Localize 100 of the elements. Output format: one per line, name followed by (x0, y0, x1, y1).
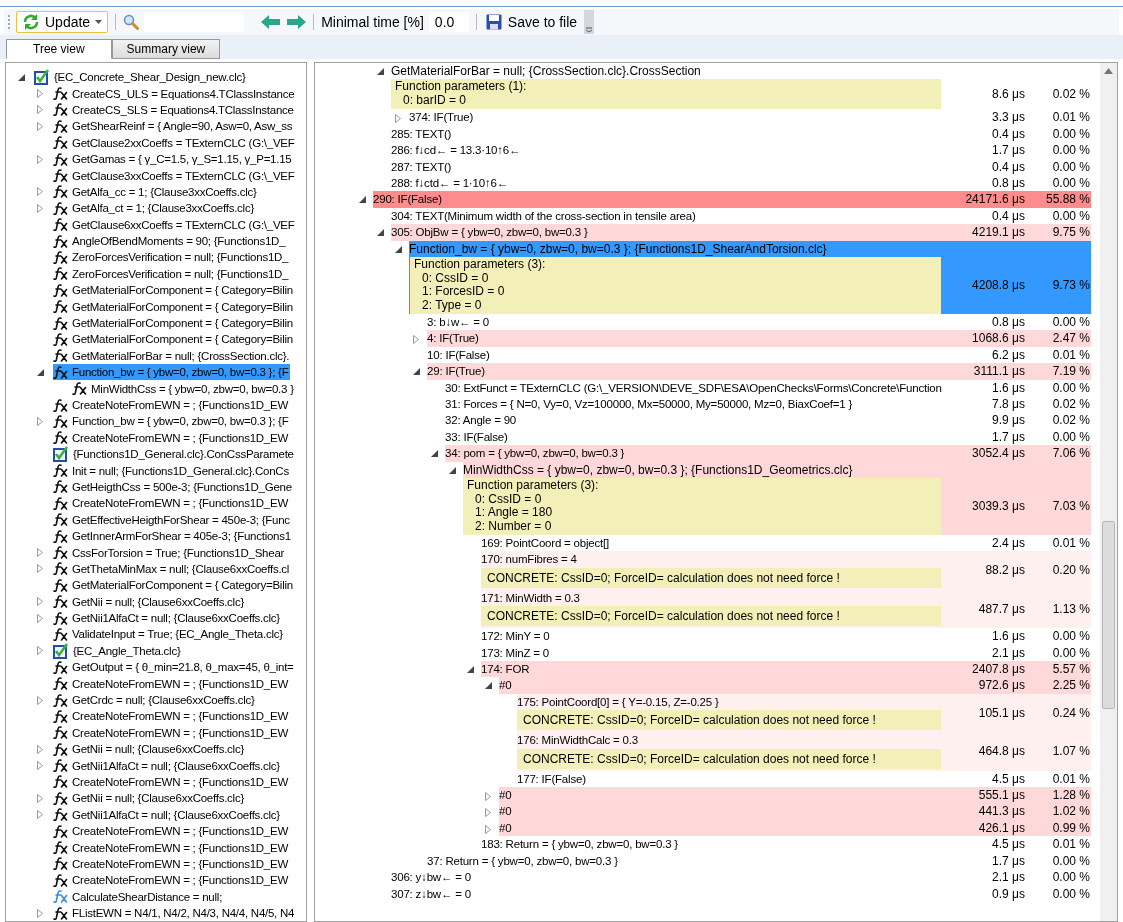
profile-row[interactable]: 183: Return = { ybw=0, zbw=0, bw=0.3 } 4.5 μs 0.01 % (481, 836, 1091, 853)
profile-row[interactable]: 3: b↓w← = 0 0.8 μs 0.00 % (427, 314, 1091, 331)
tree-item[interactable]: ValidateInput = True; {EC_Angle_Theta.clc} (53, 626, 285, 643)
profile-row[interactable]: 32: Angle = 90 9.9 μs 0.02 % (445, 412, 1091, 429)
tree-item[interactable]: MinWidthCss = { ybw=0, zbw=0, bw=0.3 } (72, 380, 296, 397)
profile-row[interactable]: 29: IF(True) 3111.1 μs 7.19 % (427, 363, 1091, 380)
profile-row[interactable]: #0 555.1 μs 1.28 % (499, 787, 1091, 804)
tree-item[interactable]: GetMaterialForComponent = { Category=Bilin (53, 298, 295, 315)
tree-item[interactable]: Function_bw = { ybw=0, zbw=0, bw=0.3 }; {F (53, 413, 291, 430)
profile-row[interactable]: 4: IF(True) 1068.6 μs 2.47 % (427, 330, 1091, 347)
minimal-time-field[interactable]: 0.0 (428, 12, 469, 32)
tree-item[interactable]: GetNii = null; {Clause6xxCoeffs.clc} (53, 741, 246, 758)
view-tab[interactable]: Tree view (6, 39, 112, 59)
profile-row[interactable]: #0 441.3 μs 1.02 % (499, 803, 1091, 820)
search-icon[interactable] (123, 14, 140, 30)
tree-item[interactable]: GetInnerArmForShear = 405e-3; {Functions1 (53, 528, 293, 545)
tree-item[interactable]: CssForTorsion = True; {Functions1D_Shear (53, 544, 287, 561)
profile-row[interactable]: 288: f↓ctd← = 1·10↑6← 0.8 μs 0.00 % (391, 175, 1091, 192)
overflow-icon[interactable] (584, 10, 595, 34)
tree-item[interactable]: GetMaterialForComponent = { Category=Bilin (53, 315, 295, 332)
tree-item[interactable]: GetMaterialForComponent = { Category=Bilin (53, 331, 295, 348)
profile-row[interactable]: 306: y↓bw← = 0 2.1 μs 0.00 % (391, 869, 1091, 886)
collapse-arrow-icon[interactable] (359, 196, 366, 204)
scrollbar[interactable] (1100, 63, 1117, 921)
tree-item[interactable]: ZeroForcesVerification = null; {Functions1D_ (53, 265, 291, 282)
tree-item[interactable]: GetOutput = { θ_min=21.8, θ_max=45, θ_int= (53, 659, 296, 676)
expand-arrow-icon[interactable] (37, 613, 43, 623)
tree-item[interactable]: Init = null; {Functions1D_General.clc}.ConCs (53, 462, 291, 479)
profile-row[interactable]: 305: ObjBw = { ybw=0, zbw=0, bw=0.3 } 4219.1 μs 9.75 % (391, 224, 1091, 241)
profile-row[interactable]: 175: PointCoord[0] = { Y=-0.15, Z=-0.25 } CONCRETE: CssID=0; ForceID= calculation does not need force ! 105.1 μs 0.24 % (517, 693, 1091, 733)
tree-item[interactable]: {EC_Concrete_Shear_Design_new.clc} (34, 69, 248, 86)
tree-item[interactable]: CreateNoteFromEWN = ; {Functions1D_EW (53, 774, 291, 790)
tree-item[interactable]: CreateNoteFromEWN = ; {Functions1D_EW (53, 397, 291, 413)
tree-item[interactable]: GetCrdc = null; {Clause6xxCoeffs.clc} (53, 692, 257, 709)
profile-row[interactable]: 290: IF(False) 24171.6 μs 55.88 % (373, 191, 1091, 208)
tree-item[interactable]: {EC_Angle_Theta.clc} (53, 642, 183, 659)
expand-arrow-icon[interactable] (37, 121, 43, 131)
tree-item[interactable]: GetClause2xxCoeffs = TExternCLC (G:\_VEF (53, 134, 297, 151)
expand-arrow-icon[interactable] (37, 908, 43, 918)
tree-item[interactable]: CreateNoteFromEWN = ; {Functions1D_EW (53, 495, 291, 512)
save-to-file-button[interactable]: Save to file (483, 14, 580, 30)
tree-item[interactable]: GetNii1AlfaCt = null; {Clause6xxCoeffs.clc} (53, 757, 282, 774)
tree-item[interactable]: CreateNoteFromEWN = ; {Functions1D_EW (53, 839, 291, 856)
expand-arrow-icon[interactable] (37, 105, 43, 115)
collapse-arrow-icon[interactable] (377, 229, 384, 237)
expand-arrow-icon[interactable] (485, 808, 491, 818)
scroll-up-icon[interactable] (1104, 68, 1113, 74)
profile-row[interactable]: 174: FOR 2407.8 μs 5.57 % (481, 661, 1091, 678)
tree-item[interactable]: GetNii = null; {Clause6xxCoeffs.clc} (53, 790, 246, 807)
collapse-arrow-icon[interactable] (449, 466, 456, 474)
profile-row[interactable]: #0 972.6 μs 2.25 % (499, 677, 1091, 694)
collapse-arrow-icon[interactable] (37, 368, 44, 376)
expand-arrow-icon[interactable] (37, 744, 43, 754)
tree-item[interactable]: CreateNoteFromEWN = ; {Functions1D_EW (53, 724, 291, 741)
tree-item[interactable]: GetMaterialForComponent = { Category=Bilin (53, 282, 295, 299)
tree-item[interactable]: GetShearReinf = { Angle=90, Asw=0, Asw_ss (53, 118, 295, 135)
collapse-arrow-icon[interactable] (18, 73, 25, 81)
profile-row[interactable]: 374: IF(True) 3.3 μs 0.01 % (409, 109, 1091, 126)
tree-item[interactable]: {Functions1D_General.clc}.ConCssParamete (53, 446, 296, 463)
tree-item[interactable]: CreateCS_ULS = Equations4.TClassInstance (53, 85, 297, 102)
tree-item[interactable]: GetClause6xxCoeffs = TExternCLC (G:\_VEF (53, 216, 297, 233)
profile-row[interactable]: 34: pom = { ybw=0, zbw=0, bw=0.3 } 3052.4 μs 7.06 % (445, 445, 1091, 462)
expand-arrow-icon[interactable] (37, 203, 43, 213)
back-arrow-icon[interactable] (261, 15, 282, 29)
collapse-arrow-icon[interactable] (395, 245, 402, 253)
tree-item[interactable]: GetAlfa_ct = 1; {Clause3xxCoeffs.clc} (53, 200, 256, 217)
tree-item[interactable]: GetAlfa_cc = 1; {Clause3xxCoeffs.clc} (53, 183, 259, 200)
profile-row[interactable]: 170: numFibres = 4 CONCRETE: CssID=0; ForceID= calculation does not need force ! 88.2 μs 0.20 % (481, 551, 1091, 590)
expand-arrow-icon[interactable] (37, 154, 43, 164)
tree-item[interactable]: GetNii = null; {Clause6xxCoeffs.clc} (53, 593, 246, 610)
expand-arrow-icon[interactable] (37, 646, 43, 656)
tree-item[interactable]: CreateNoteFromEWN = ; {Functions1D_EW (53, 675, 291, 692)
profile-row[interactable]: 171: MinWidth = 0.3 CONCRETE: CssID=0; ForceID= calculation does not need force ! 487.7 μs 1.13 % (481, 589, 1091, 629)
tree-item[interactable]: CreateNoteFromEWN = ; {Functions1D_EW (53, 872, 291, 889)
collapse-arrow-icon[interactable] (413, 368, 420, 376)
forward-arrow-icon[interactable] (286, 15, 307, 29)
profile-row[interactable]: 172: MinY = 0 1.6 μs 0.00 % (481, 628, 1091, 645)
expand-arrow-icon[interactable] (37, 564, 43, 574)
expand-arrow-icon[interactable] (37, 89, 43, 99)
expand-arrow-icon[interactable] (485, 792, 491, 802)
collapse-arrow-icon[interactable] (377, 68, 384, 75)
expand-arrow-icon[interactable] (37, 761, 43, 771)
tree-item[interactable]: AngleOfBendMoments = 90; {Functions1D_ (53, 233, 288, 250)
expand-arrow-icon[interactable] (37, 810, 43, 820)
expand-arrow-icon[interactable] (395, 114, 401, 124)
expand-arrow-icon[interactable] (37, 597, 43, 607)
tree-item[interactable]: Function_bw = { ybw=0, zbw=0, bw=0.3 }; {F (53, 364, 291, 381)
profile-row[interactable]: 169: PointCoord = object[] 2.4 μs 0.01 % (481, 535, 1091, 552)
profile-row[interactable]: 286: f↓cd← = 13.3·10↑6← 1.7 μs 0.00 % (391, 142, 1091, 159)
tree-item[interactable]: CreateNoteFromEWN = ; {Functions1D_EW (53, 429, 291, 446)
tree-item[interactable]: CreateNoteFromEWN = ; {Functions1D_EW (53, 823, 291, 840)
view-tab[interactable]: Summary view (111, 39, 221, 59)
expand-arrow-icon[interactable] (37, 187, 43, 197)
scrollbar-thumb[interactable] (1102, 521, 1115, 709)
collapse-arrow-icon[interactable] (485, 682, 492, 690)
expand-arrow-icon[interactable] (37, 416, 43, 426)
expand-arrow-icon[interactable] (37, 548, 43, 557)
collapse-arrow-icon[interactable] (467, 666, 474, 674)
profile-row[interactable]: 31: Forces = { N=0, Vy=0, Vz=100000, Mx=50000, My=50000, Mz=0, BiaxCoef=1 } 7.8 μs 0.02 % (445, 396, 1091, 413)
expand-arrow-icon[interactable] (485, 824, 491, 834)
